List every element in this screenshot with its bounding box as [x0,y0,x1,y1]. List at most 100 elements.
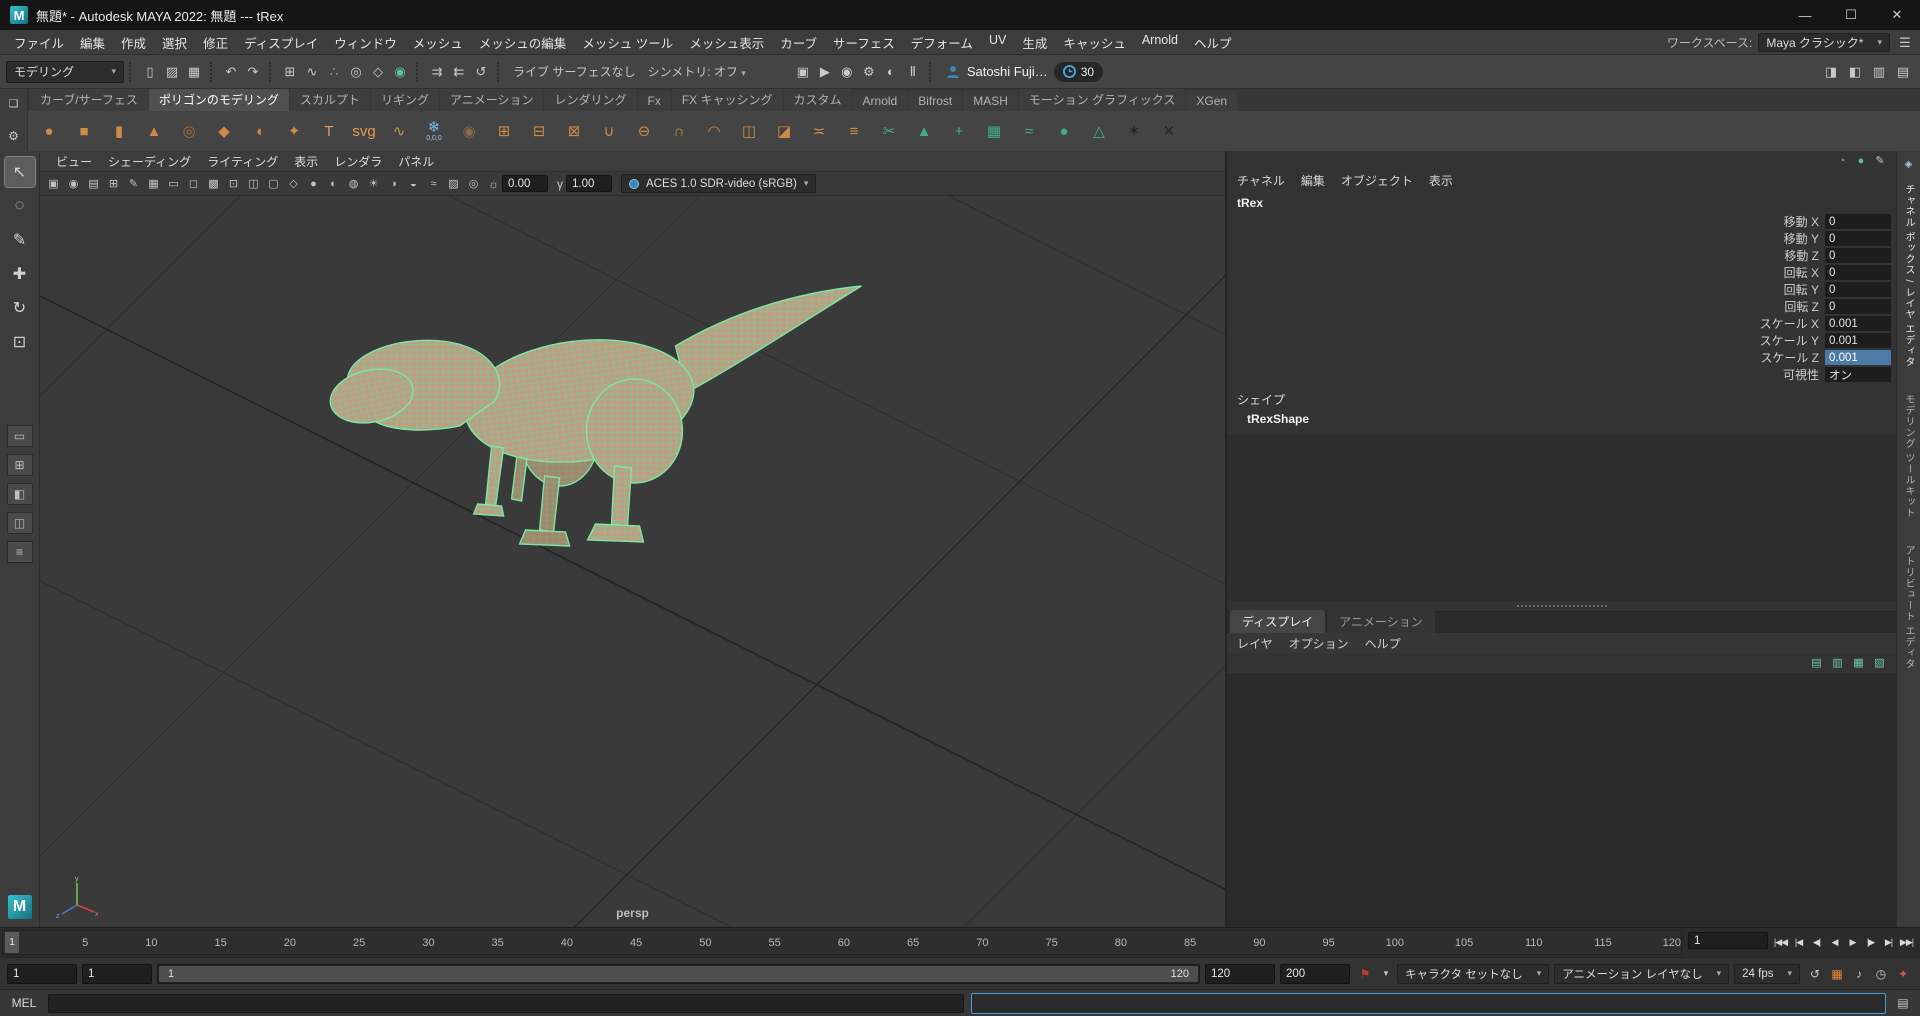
channel-hyperbolic-icon[interactable]: ● [1853,154,1869,169]
sidebar-vertical-tab[interactable]: モデリング ツールキット [1901,394,1916,519]
shelf-tab[interactable]: レンダリング [544,89,636,111]
field-chart-icon[interactable]: ⊡ [224,174,243,193]
film-gate-icon[interactable]: ▭ [164,174,183,193]
snap-to-origin-icon[interactable]: ❄ 0,0,0 [418,115,450,147]
grease-pencil-icon[interactable]: ✎ [124,174,143,193]
command-result-field[interactable] [971,993,1887,1014]
undo-icon[interactable]: ↶ [220,61,242,83]
channel-box-menu-item[interactable]: 編集 [1301,172,1325,189]
channel-box-menu-item[interactable]: オブジェクト [1341,172,1413,189]
step-back-frame-button[interactable]: ◀| [1808,933,1825,953]
character-set-dropdown[interactable]: キャラクタ セットなし ▾ [1397,964,1549,984]
animation-preferences-icon[interactable]: ◷ [1871,964,1891,984]
trex-model[interactable] [325,286,861,546]
animation-start-field[interactable]: 1 [7,964,77,984]
shelf-tab[interactable]: Arnold [853,91,908,111]
poly-sphere-icon[interactable]: ● [33,115,65,147]
make-object-live-icon[interactable]: ◉ [389,61,411,83]
selected-object-name[interactable]: tRex [1227,191,1896,213]
grid-toggle-icon[interactable]: ▦ [144,174,163,193]
workspace-dropdown[interactable]: Maya クラシック* ▾ [1758,33,1890,52]
step-forward-frame-button[interactable]: |▶ [1862,933,1879,953]
menu-item[interactable]: 選択 [154,33,195,52]
playback-end-field[interactable]: 120 [1205,964,1275,984]
bookmark-menu-icon[interactable]: ▾ [1380,964,1392,984]
save-scene-icon[interactable]: ▦ [183,61,205,83]
snap-to-curve-icon[interactable]: ∿ [301,61,323,83]
channel-attribute-label[interactable]: 移動 X [1784,213,1825,230]
input-connections-icon[interactable]: ⇉ [426,61,448,83]
select-tool[interactable]: ↖ [5,157,35,187]
play-backwards-button[interactable]: ◀ [1826,933,1843,953]
menu-item[interactable]: 作成 [113,33,154,52]
mirror-icon[interactable]: ◫ [733,115,765,147]
sidebar-pin-icon[interactable]: ◈ [1901,156,1917,172]
combine-icon[interactable]: ⊞ [488,115,520,147]
snap-to-grid-icon[interactable]: ⊞ [279,61,301,83]
2d-pan-zoom-icon[interactable]: ⊞ [104,174,123,193]
script-editor-icon[interactable]: ▤ [1893,993,1913,1013]
insert-edge-loop-icon[interactable]: ≡ [838,115,870,147]
sidebar-vertical-tab[interactable]: チャネル ボックス / レイヤ エディタ [1901,184,1916,368]
channel-display-speed-icon[interactable]: ◔ [1834,154,1850,169]
menu-item[interactable]: Arnold [1134,33,1186,52]
shelf-tab[interactable]: カーブ/サーフェス [30,89,148,111]
pause-icon[interactable]: Ⅱ [902,61,924,83]
layer-options-icon[interactable]: ▧ [1871,655,1888,672]
menu-item[interactable]: UV [981,33,1014,52]
group-grip[interactable] [416,62,421,82]
snap-to-projected-center-icon[interactable]: ◎ [345,61,367,83]
command-language-label[interactable]: MEL [7,996,41,1010]
channel-attribute-label[interactable]: 移動 Z [1784,247,1825,264]
render-settings-icon[interactable]: ⚙ [858,61,880,83]
sculpt-brush-icon[interactable]: ● [1048,115,1080,147]
smooth-shade-icon[interactable]: ● [304,174,323,193]
play-forward-button[interactable]: ▶ [1844,933,1861,953]
ipr-render-icon[interactable]: ◉ [836,61,858,83]
svg-tool-icon[interactable]: svg [348,115,380,147]
current-frame-field[interactable]: 1 [1688,932,1768,949]
open-scene-icon[interactable]: ▨ [161,61,183,83]
menu-set-dropdown[interactable]: モデリング ▾ [6,61,124,83]
channel-attribute-value[interactable]: 0.001 [1825,350,1891,365]
playback-loop-icon[interactable]: ↺ [1805,964,1825,984]
snap-to-point-icon[interactable]: ∴ [323,61,345,83]
shelf-tab[interactable]: FX キャッシング [672,89,783,111]
cut-tool-icon[interactable]: ✕ [1153,115,1185,147]
group-grip[interactable] [210,62,215,82]
exposure-icon[interactable]: ☼ [488,177,499,191]
panel-menu-item[interactable]: シェーディング [100,153,199,170]
move-tool[interactable]: ✚ [5,259,35,289]
animation-layer-dropdown[interactable]: アニメーション レイヤなし ▾ [1554,964,1729,984]
shelf-tab[interactable]: カスタム [784,89,852,111]
quad-draw-icon[interactable]: ▦ [978,115,1010,147]
persp-outliner-layout-button[interactable]: ◧ [7,483,33,505]
title-bar[interactable]: M 無題* - Autodesk MAYA 2022: 無題 --- tRex … [0,0,1920,30]
group-grip[interactable] [497,62,502,82]
audio-mute-icon[interactable]: ♪ [1849,964,1869,984]
panel-menu-item[interactable]: パネル [390,153,442,170]
smooth-icon[interactable]: ◠ [698,115,730,147]
toggle-tool-settings-icon[interactable]: ◧ [1844,61,1866,83]
playback-start-field[interactable]: 1 [82,964,152,984]
output-connections-icon[interactable]: ⇇ [448,61,470,83]
occlusion-icon[interactable]: ◒ [404,174,423,193]
animation-end-field[interactable]: 200 [1280,964,1350,984]
poly-disc-icon[interactable]: ◖ [243,115,275,147]
boolean-intersection-icon[interactable]: ∩ [663,115,695,147]
relax-icon[interactable]: ≈ [1013,115,1045,147]
layer-editor-tab[interactable]: アニメーション [1327,610,1435,633]
lasso-tool[interactable]: ◌ [5,191,35,221]
symmetry-selector[interactable]: シンメトリ: オフ ▾ [642,63,752,80]
outliner-button[interactable]: ≡ [7,541,33,563]
channel-attribute-label[interactable]: 移動 Y [1784,230,1825,247]
redo-icon[interactable]: ↷ [242,61,264,83]
isolate-select-icon[interactable]: ◎ [464,174,483,193]
shelf-tab[interactable]: リギング [371,89,439,111]
use-default-material-icon[interactable]: ◍ [344,174,363,193]
panel-menu-item[interactable]: ライティング [199,153,286,170]
viewport-canvas[interactable]: y x z persp [40,196,1225,927]
shadows-icon[interactable]: ◑ [384,174,403,193]
current-frame-marker[interactable]: 1 [5,932,19,953]
transform-constraint-icon[interactable]: ✶ [1118,115,1150,147]
